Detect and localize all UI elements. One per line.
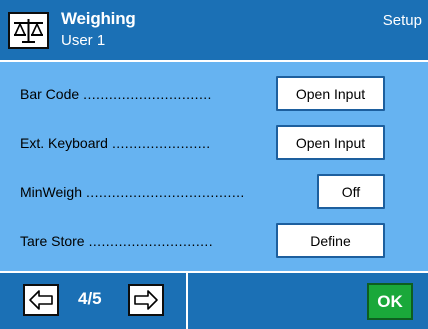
ext-keyboard-button[interactable]: Open Input xyxy=(276,125,385,160)
minweigh-button[interactable]: Off xyxy=(317,174,385,209)
page-title: Weighing xyxy=(61,9,136,28)
setting-label-minweigh: MinWeigh................................… xyxy=(20,182,245,202)
next-page-button[interactable] xyxy=(128,284,164,316)
bar-code-button[interactable]: Open Input xyxy=(276,76,385,111)
arrow-left-icon xyxy=(29,290,53,310)
settings-panel: Bar Code.............................. O… xyxy=(0,60,428,273)
setting-label-ext-keyboard: Ext. Keyboard....................... xyxy=(20,133,211,153)
page-indicator: 4/5 xyxy=(78,289,102,308)
setting-label-tare-store: Tare Store............................. xyxy=(20,231,213,251)
screen: Weighing User 1 Setup Bar Code..........… xyxy=(0,0,428,329)
footer-divider xyxy=(186,273,188,329)
setting-label-text: Tare Store xyxy=(20,233,85,249)
ok-button[interactable]: OK xyxy=(367,283,413,320)
header-bar: Weighing User 1 Setup xyxy=(0,0,428,60)
arrow-right-icon xyxy=(134,290,158,310)
setting-label-bar-code: Bar Code.............................. xyxy=(20,84,212,104)
user-label: User 1 xyxy=(61,32,106,49)
leader-dots: ............................. xyxy=(88,233,213,249)
leader-dots: .............................. xyxy=(83,86,212,102)
tare-store-button[interactable]: Define xyxy=(276,223,385,258)
balance-scale-icon xyxy=(8,12,49,49)
mode-label: Setup xyxy=(382,12,422,29)
setting-label-text: Bar Code xyxy=(20,86,80,102)
setting-label-text: Ext. Keyboard xyxy=(20,135,108,151)
leader-dots: ....................... xyxy=(111,135,211,151)
leader-dots: ..................................... xyxy=(86,184,245,200)
previous-page-button[interactable] xyxy=(23,284,59,316)
footer-bar: 4/5 OK xyxy=(0,273,428,329)
setting-label-text: MinWeigh xyxy=(20,184,82,200)
